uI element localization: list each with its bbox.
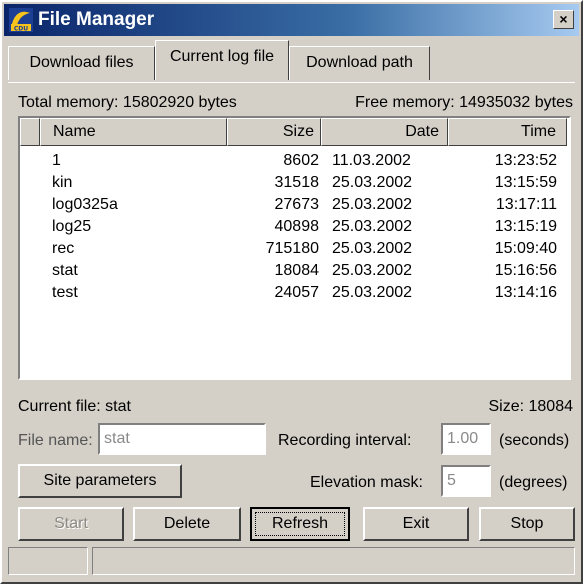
cell-size: 18084 <box>274 262 320 279</box>
total-memory-label: Total memory: 15802920 bytes <box>18 94 237 111</box>
window-title: File Manager <box>38 9 155 30</box>
close-icon: × <box>559 11 568 27</box>
cell-time: 13:15:19 <box>494 218 557 235</box>
current-file-label: Current file: stat <box>18 398 131 415</box>
recording-interval-label: Recording interval: <box>278 432 412 449</box>
cell-size: 24057 <box>274 284 320 301</box>
table-row[interactable]: kin 31518 25.03.2002 13:15:59 <box>20 174 569 196</box>
table-row[interactable]: log0325a 27673 25.03.2002 13:17:11 <box>20 196 569 218</box>
exit-button[interactable]: Exit <box>363 507 469 541</box>
file-list[interactable]: Name Size Date Time 1 8602 11.03.2002 13:23… <box>18 116 571 380</box>
column-header-name[interactable]: Name <box>40 118 227 146</box>
column-size-label: Size <box>282 123 314 140</box>
cell-size: 27673 <box>274 196 320 213</box>
status-panel-1 <box>8 547 88 575</box>
start-button[interactable]: Start <box>18 507 124 541</box>
cell-name: kin <box>52 174 73 191</box>
cell-time: 13:17:11 <box>495 196 557 213</box>
cell-date: 25.03.2002 <box>332 174 413 191</box>
cell-time: 15:09:40 <box>494 240 557 257</box>
tab-label: Download path <box>306 54 413 71</box>
column-header-size[interactable]: Size <box>227 118 321 146</box>
cell-date: 25.03.2002 <box>332 284 413 301</box>
tab-current-log-file[interactable]: Current log file <box>155 40 289 80</box>
cell-date: 11.03.2002 <box>332 152 411 169</box>
site-parameters-label: Site parameters <box>43 472 157 489</box>
cell-name: stat <box>52 262 78 279</box>
cell-size: 715180 <box>265 240 319 257</box>
table-row[interactable]: stat 18084 25.03.2002 15:16:56 <box>20 262 569 284</box>
elevation-unit-label: (degrees) <box>499 474 568 491</box>
site-parameters-button[interactable]: Site parameters <box>18 464 182 498</box>
cell-name: log25 <box>52 218 92 235</box>
tab-label: Current log file <box>169 48 275 65</box>
table-row[interactable]: rec 715180 25.03.2002 15:09:40 <box>20 240 569 262</box>
column-header-time[interactable]: Time <box>448 118 567 146</box>
close-button[interactable]: × <box>553 10 574 29</box>
title-bar[interactable]: CDU File Manager × <box>4 4 579 36</box>
table-row[interactable]: test 24057 25.03.2002 13:14:16 <box>20 284 569 306</box>
status-panel-2 <box>92 547 575 575</box>
cell-date: 25.03.2002 <box>332 240 413 257</box>
column-header-date[interactable]: Date <box>321 118 448 146</box>
cell-name: log0325a <box>52 196 118 213</box>
cell-size: 40898 <box>274 218 320 235</box>
cell-size: 31518 <box>274 174 320 191</box>
table-row[interactable]: 1 8602 11.03.2002 13:23:52 <box>20 152 569 174</box>
cell-name: rec <box>52 240 75 257</box>
cdu-app-icon: CDU <box>9 8 33 32</box>
column-time-label: Time <box>521 123 556 140</box>
current-file-size: Size: 18084 <box>488 398 573 415</box>
column-name-label: Name <box>53 123 96 140</box>
cell-time: 13:15:59 <box>494 174 557 191</box>
file-name-field[interactable]: stat <box>98 423 266 455</box>
file-name-label: File name: <box>18 432 93 449</box>
cell-name: 1 <box>52 152 61 169</box>
tab-download-path[interactable]: Download path <box>289 46 430 80</box>
free-memory-label: Free memory: 14935032 bytes <box>355 94 573 111</box>
elevation-mask-label: Elevation mask: <box>310 474 423 491</box>
interval-unit-label: (seconds) <box>499 432 570 449</box>
cell-date: 25.03.2002 <box>332 196 413 213</box>
table-row[interactable]: log25 40898 25.03.2002 13:15:19 <box>20 218 569 240</box>
tab-label: Download files <box>29 54 134 71</box>
delete-button[interactable]: Delete <box>133 507 241 541</box>
tab-divider <box>8 82 575 83</box>
recording-interval-field[interactable]: 1.00 <box>441 423 491 455</box>
svg-text:CDU: CDU <box>14 26 28 33</box>
column-header-blank <box>20 118 40 146</box>
stop-button[interactable]: Stop <box>479 507 575 541</box>
cell-name: test <box>52 284 78 301</box>
file-manager-window: CDU File Manager × Download files Curren… <box>0 0 583 584</box>
refresh-button[interactable]: Refresh <box>250 507 350 541</box>
cell-size: 8602 <box>283 152 319 169</box>
cell-time: 15:16:56 <box>494 262 557 279</box>
elevation-mask-field[interactable]: 5 <box>441 465 491 497</box>
cell-time: 13:14:16 <box>494 284 557 301</box>
tab-download-files[interactable]: Download files <box>8 46 155 80</box>
cell-date: 25.03.2002 <box>332 218 413 235</box>
cell-time: 13:23:52 <box>494 152 557 169</box>
cell-date: 25.03.2002 <box>332 262 413 279</box>
column-date-label: Date <box>405 123 439 140</box>
